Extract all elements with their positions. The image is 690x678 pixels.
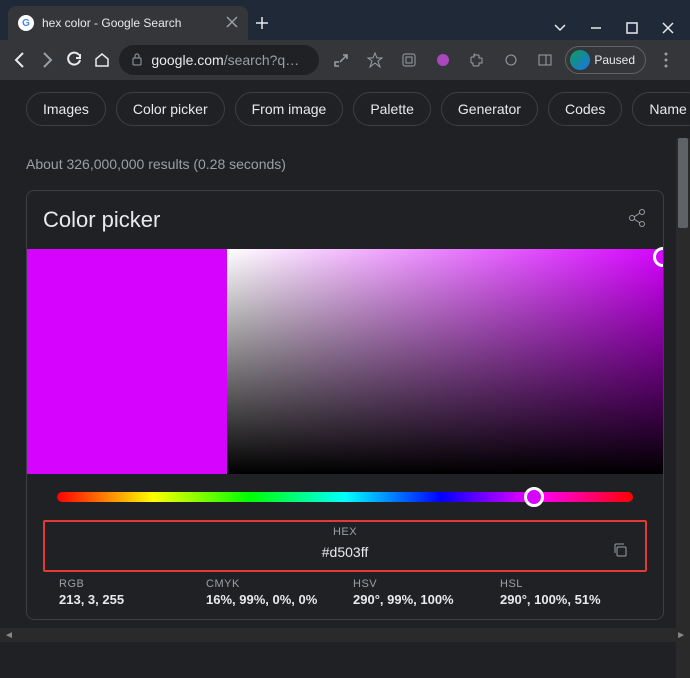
scroll-left-arrow[interactable]: ◄ <box>4 630 14 641</box>
close-tab-icon[interactable] <box>226 16 238 31</box>
scroll-right-arrow[interactable]: ► <box>676 630 686 641</box>
chip-generator[interactable]: Generator <box>441 92 538 126</box>
card-title: Color picker <box>43 207 160 233</box>
horizontal-scrollbar[interactable]: ◄ ► <box>0 628 690 642</box>
hex-highlight-box: HEX #d503ff <box>43 520 647 572</box>
hsl-label: HSL <box>500 578 631 590</box>
extension-icon-2[interactable] <box>429 46 457 74</box>
extension-icon-1[interactable] <box>395 46 423 74</box>
hue-track[interactable] <box>57 492 633 502</box>
url-text: google.com/search?q=he... <box>151 52 307 68</box>
bookmark-star-icon[interactable] <box>361 46 389 74</box>
home-button[interactable] <box>92 48 111 72</box>
color-picker-card: Color picker HEX #d503ff <box>26 190 664 620</box>
window-dropdown-icon[interactable] <box>544 16 576 40</box>
window-minimize-button[interactable] <box>580 16 612 40</box>
color-swatch <box>27 249 227 474</box>
forward-button[interactable] <box>37 48 56 72</box>
window-titlebar: G hex color - Google Search <box>0 0 690 40</box>
address-bar: google.com/search?q=he... Paused <box>0 40 690 80</box>
lock-icon <box>131 52 143 69</box>
hsl-value: 290°, 100%, 51% <box>500 592 631 607</box>
window-controls <box>544 12 684 40</box>
chip-codes[interactable]: Codes <box>548 92 622 126</box>
back-button[interactable] <box>10 48 29 72</box>
hsv-label: HSV <box>353 578 484 590</box>
reload-button[interactable] <box>65 48 84 72</box>
hue-slider <box>43 474 647 520</box>
filter-chips-row: Images Color picker From image Palette G… <box>0 80 690 138</box>
saturation-value-gradient[interactable] <box>227 249 663 474</box>
tab-title: hex color - Google Search <box>42 16 218 30</box>
browser-tab[interactable]: G hex color - Google Search <box>8 6 248 40</box>
cmyk-value: 16%, 99%, 0%, 0% <box>206 592 337 607</box>
hex-label: HEX <box>45 526 645 538</box>
chip-palette[interactable]: Palette <box>353 92 431 126</box>
results-stats: About 326,000,000 results (0.28 seconds) <box>26 138 664 190</box>
hex-value[interactable]: #d503ff <box>322 544 368 560</box>
hue-thumb[interactable] <box>524 487 544 507</box>
color-picker-area <box>27 249 663 474</box>
new-tab-button[interactable] <box>248 9 276 37</box>
hsv-value: 290°, 99%, 100% <box>353 592 484 607</box>
cmyk-label: CMYK <box>206 578 337 590</box>
cmyk-cell[interactable]: CMYK 16%, 99%, 0%, 0% <box>198 576 345 609</box>
extension-icon-3[interactable] <box>497 46 525 74</box>
extensions-puzzle-icon[interactable] <box>463 46 491 74</box>
side-panel-icon[interactable] <box>531 46 559 74</box>
google-favicon: G <box>18 15 34 31</box>
chip-color-picker[interactable]: Color picker <box>116 92 225 126</box>
rgb-label: RGB <box>59 578 190 590</box>
vertical-scrollbar[interactable] <box>676 138 690 678</box>
chip-images[interactable]: Images <box>26 92 106 126</box>
window-close-button[interactable] <box>652 16 684 40</box>
hsl-cell[interactable]: HSL 290°, 100%, 51% <box>492 576 639 609</box>
scroll-thumb[interactable] <box>678 138 688 228</box>
rgb-cell[interactable]: RGB 213, 3, 255 <box>51 576 198 609</box>
copy-icon[interactable] <box>611 541 629 564</box>
window-maximize-button[interactable] <box>616 16 648 40</box>
chip-from-image[interactable]: From image <box>235 92 344 126</box>
avatar <box>570 50 590 70</box>
profile-paused-badge[interactable]: Paused <box>565 46 646 74</box>
kebab-menu-icon[interactable] <box>652 46 680 74</box>
paused-label: Paused <box>594 53 635 67</box>
share-icon[interactable] <box>627 208 647 233</box>
chip-name[interactable]: Name <box>632 92 690 126</box>
url-field[interactable]: google.com/search?q=he... <box>119 45 319 75</box>
share-page-icon[interactable] <box>327 46 355 74</box>
color-values: HEX #d503ff RGB 213, 3, 255 CMYK <box>43 520 647 619</box>
hsv-cell[interactable]: HSV 290°, 99%, 100% <box>345 576 492 609</box>
rgb-value: 213, 3, 255 <box>59 592 190 607</box>
